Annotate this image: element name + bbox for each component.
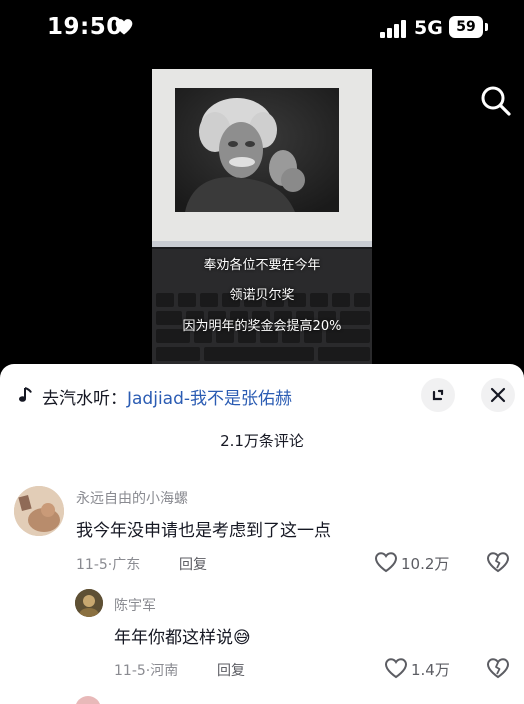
reply-text-content: 年年你都这样说 bbox=[114, 628, 233, 648]
taskbar bbox=[152, 241, 372, 247]
network-type: 5G bbox=[414, 17, 443, 39]
comments-sheet: 去汽水听：Jadjiad-我不是张佑赫 2.1万条评论 永远自由的小海螺 我今年… bbox=[0, 364, 524, 704]
video-caption-line-3: 因为明年的奖金会提高20% bbox=[182, 319, 342, 334]
reply-meta: 11-5·河南 bbox=[114, 663, 179, 679]
like-icon[interactable] bbox=[384, 657, 408, 679]
expand-icon bbox=[432, 389, 444, 401]
music-prefix: 去汽水听： bbox=[42, 389, 127, 409]
reply-author[interactable]: 陈宇军 bbox=[114, 595, 156, 615]
battery-level: 59 bbox=[456, 19, 476, 35]
search-icon[interactable] bbox=[479, 84, 513, 118]
avatar[interactable] bbox=[75, 589, 103, 617]
like-count: 10.2万 bbox=[401, 555, 450, 573]
like-icon[interactable] bbox=[374, 551, 398, 573]
video-caption-line-1: 奉劝各位不要在今年 bbox=[203, 258, 321, 273]
music-title[interactable]: Jadjiad-我不是张佑赫 bbox=[127, 389, 292, 409]
signal-icon bbox=[380, 20, 406, 38]
monitor-screen bbox=[152, 69, 372, 247]
status-time: 19:50 bbox=[47, 14, 123, 40]
expand-button[interactable] bbox=[421, 378, 455, 412]
sweat-smile-emoji: 😅 bbox=[233, 628, 251, 648]
comment-count: 2.1万条评论 bbox=[220, 432, 304, 450]
reply-button[interactable]: 回复 bbox=[217, 660, 245, 680]
reply-date: 11-5 bbox=[114, 663, 146, 679]
heart-icon bbox=[115, 19, 133, 35]
music-link[interactable]: 去汽水听：Jadjiad-我不是张佑赫 bbox=[42, 384, 292, 409]
video-caption-line-2: 领诺贝尔奖 bbox=[229, 288, 295, 303]
like-count: 1.4万 bbox=[411, 661, 450, 679]
video-player[interactable]: 奉劝各位不要在今年 领诺贝尔奖 因为明年的奖金会提高20% bbox=[152, 69, 372, 365]
status-bar: 19:50 5G 59 bbox=[0, 0, 524, 60]
reply-text: 年年你都这样说😅 bbox=[114, 623, 251, 648]
close-button[interactable] bbox=[481, 378, 515, 412]
comment-text: 我今年没申请也是考虑到了这一点 bbox=[76, 521, 331, 541]
portrait-image bbox=[175, 88, 339, 212]
music-note-icon bbox=[19, 387, 32, 402]
comment-author[interactable]: 永远自由的小海螺 bbox=[76, 488, 188, 508]
comment-location: 广东 bbox=[112, 557, 141, 573]
battery-icon: 59 bbox=[449, 16, 489, 38]
close-icon bbox=[490, 387, 506, 403]
reply-location: 河南 bbox=[150, 663, 179, 679]
avatar[interactable] bbox=[75, 696, 101, 704]
reply-button[interactable]: 回复 bbox=[179, 554, 207, 574]
dislike-icon[interactable] bbox=[486, 551, 510, 573]
comment-date: 11-5 bbox=[76, 557, 108, 573]
comment-meta: 11-5·广东 bbox=[76, 557, 141, 573]
dislike-icon[interactable] bbox=[486, 657, 510, 679]
avatar[interactable] bbox=[14, 486, 64, 536]
